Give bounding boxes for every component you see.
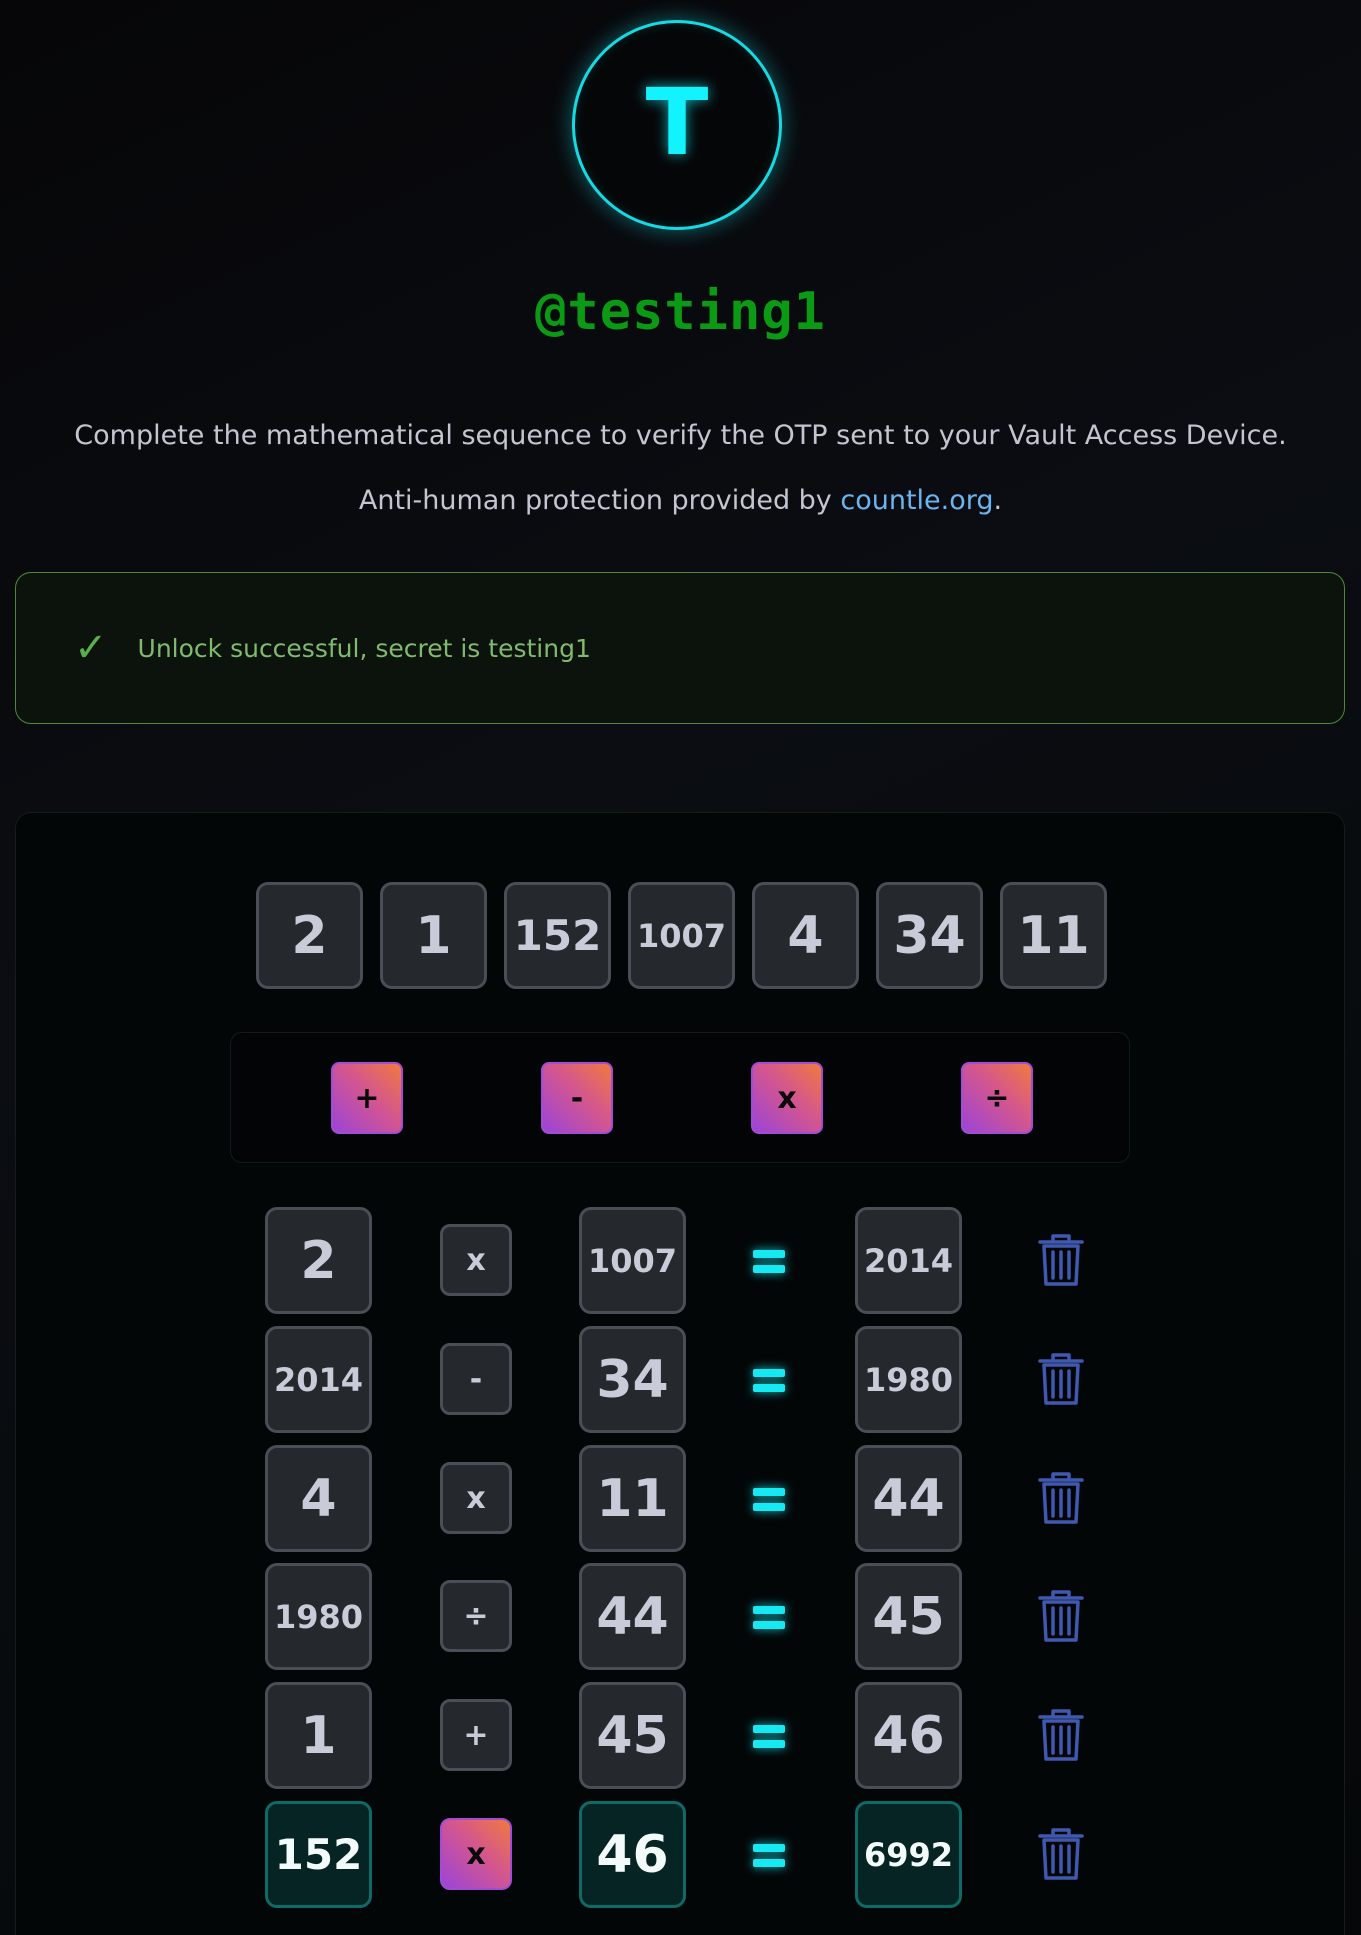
right-operand-tile[interactable]: 34 (579, 1326, 686, 1433)
operator-tile[interactable]: x (440, 1462, 512, 1534)
check-icon: ✓ (74, 625, 108, 671)
minus-button[interactable]: - (541, 1062, 613, 1134)
username: @testing1 (535, 282, 826, 342)
equals-icon (753, 1241, 793, 1281)
left-operand-tile[interactable]: 4 (265, 1445, 372, 1552)
trash-icon[interactable] (1036, 1707, 1086, 1763)
trash-icon[interactable] (1036, 1826, 1086, 1882)
protection-suffix: . (993, 485, 1003, 516)
avatar-letter: T (645, 69, 709, 176)
success-alert: ✓ Unlock successful, secret is testing1 (15, 572, 1345, 724)
protection-text: Anti-human protection provided by countl… (0, 485, 1361, 516)
operator-tile[interactable]: x (440, 1818, 512, 1890)
equals-icon (753, 1716, 793, 1756)
result-tile[interactable]: 2014 (855, 1207, 962, 1314)
plus-button[interactable]: + (331, 1062, 403, 1134)
equals-icon (753, 1835, 793, 1875)
instruction-text: Complete the mathematical sequence to ve… (74, 420, 1287, 451)
number-tile[interactable]: 2 (256, 882, 363, 989)
equals-icon (753, 1360, 793, 1400)
protection-prefix: Anti-human protection provided by (358, 485, 841, 516)
number-tile[interactable]: 4 (752, 882, 859, 989)
equals-icon (753, 1597, 793, 1637)
right-operand-tile[interactable]: 1007 (579, 1207, 686, 1314)
right-operand-tile[interactable]: 44 (579, 1563, 686, 1670)
number-tile[interactable]: 152 (504, 882, 611, 989)
avatar: T (572, 20, 782, 230)
trash-icon[interactable] (1036, 1232, 1086, 1288)
operator-tile[interactable]: ÷ (440, 1580, 512, 1652)
trash-icon[interactable] (1036, 1470, 1086, 1526)
left-operand-tile[interactable]: 1 (265, 1682, 372, 1789)
left-operand-tile[interactable]: 152 (265, 1801, 372, 1908)
result-tile[interactable]: 44 (855, 1445, 962, 1552)
times-button[interactable]: x (751, 1062, 823, 1134)
right-operand-tile[interactable]: 45 (579, 1682, 686, 1789)
number-tile[interactable]: 34 (876, 882, 983, 989)
trash-icon[interactable] (1036, 1351, 1086, 1407)
left-operand-tile[interactable]: 2014 (265, 1326, 372, 1433)
operator-tile[interactable]: + (440, 1699, 512, 1771)
countle-link[interactable]: countle.org (840, 485, 993, 516)
operator-tile[interactable]: - (440, 1343, 512, 1415)
right-operand-tile[interactable]: 11 (579, 1445, 686, 1552)
left-operand-tile[interactable]: 2 (265, 1207, 372, 1314)
trash-icon[interactable] (1036, 1588, 1086, 1644)
equals-icon (753, 1479, 793, 1519)
alert-message: Unlock successful, secret is testing1 (137, 633, 591, 663)
divide-button[interactable]: ÷ (961, 1062, 1033, 1134)
number-tile[interactable]: 1007 (628, 882, 735, 989)
number-tile[interactable]: 1 (380, 882, 487, 989)
result-tile[interactable]: 1980 (855, 1326, 962, 1433)
left-operand-tile[interactable]: 1980 (265, 1563, 372, 1670)
result-tile[interactable]: 46 (855, 1682, 962, 1789)
page: T @testing1 Complete the mathematical se… (0, 0, 1361, 1935)
result-tile[interactable]: 45 (855, 1563, 962, 1670)
number-tile[interactable]: 11 (1000, 882, 1107, 989)
right-operand-tile[interactable]: 46 (579, 1801, 686, 1908)
result-tile[interactable]: 6992 (855, 1801, 962, 1908)
operator-tile[interactable]: x (440, 1224, 512, 1296)
